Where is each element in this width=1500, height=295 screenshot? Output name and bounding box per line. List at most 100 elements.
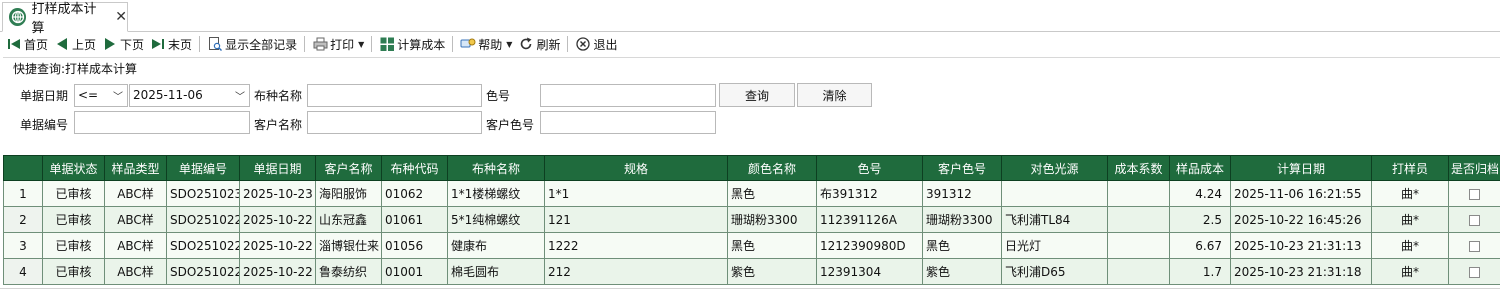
cell-fabric-code: 01062 bbox=[381, 180, 448, 207]
toolbar-separator bbox=[371, 36, 373, 52]
cell-doc-date: 2025-10-22 bbox=[239, 258, 316, 285]
archived-checkbox[interactable] bbox=[1469, 240, 1480, 252]
cell-archived bbox=[1448, 180, 1500, 207]
cell-customer: 淄博银仕来 bbox=[315, 232, 382, 259]
column-header-color-name[interactable]: 颜色名称 bbox=[727, 155, 817, 181]
column-header-calc-date[interactable]: 计算日期 bbox=[1230, 155, 1372, 181]
date-operator-select[interactable]: <= ﹀ bbox=[74, 84, 128, 107]
column-header-color-no[interactable]: 色号 bbox=[816, 155, 923, 181]
cell-customer-color: 391312 bbox=[922, 180, 1002, 207]
cell-light-source: 日光灯 bbox=[1001, 232, 1108, 259]
column-header-customer-color[interactable]: 客户色号 bbox=[922, 155, 1002, 181]
chevron-down-icon: ﹀ bbox=[235, 92, 245, 103]
column-header-archived[interactable]: 是否归档 bbox=[1448, 155, 1500, 181]
cell-light-source: 飞利浦D65 bbox=[1001, 258, 1108, 285]
column-header-cost-factor[interactable]: 成本系数 bbox=[1107, 155, 1170, 181]
cell-light-source bbox=[1001, 180, 1108, 207]
column-header-sample-cost[interactable]: 样品成本 bbox=[1169, 155, 1231, 181]
cell-color-name: 紫色 bbox=[727, 258, 817, 285]
exit-icon bbox=[575, 36, 591, 52]
prev-page-label: 上页 bbox=[72, 37, 97, 52]
column-header-doc-no[interactable]: 单据编号 bbox=[166, 155, 240, 181]
next-page-button[interactable]: 下页 bbox=[99, 34, 147, 54]
first-page-icon bbox=[6, 36, 22, 52]
row-number: 4 bbox=[3, 258, 43, 285]
table-row[interactable]: 4 已审核 ABC样 SDO251022 2025-10-22 鲁泰纺织 010… bbox=[3, 258, 1500, 285]
first-page-button[interactable]: 首页 bbox=[3, 34, 51, 54]
cell-doc-date: 2025-10-23 bbox=[239, 180, 316, 207]
cell-color-name: 珊瑚粉3300 bbox=[727, 206, 817, 233]
doc-no-input[interactable] bbox=[74, 111, 250, 134]
cell-doc-date: 2025-10-22 bbox=[239, 206, 316, 233]
customer-color-input[interactable] bbox=[540, 111, 716, 134]
cell-archived bbox=[1448, 206, 1500, 233]
cell-cost-factor bbox=[1107, 232, 1170, 259]
print-button[interactable]: 打印 ▼ bbox=[309, 34, 367, 54]
calc-cost-button[interactable]: 计算成本 bbox=[376, 34, 448, 54]
refresh-button[interactable]: 刷新 bbox=[515, 34, 563, 54]
cell-archived bbox=[1448, 232, 1500, 259]
cell-sample-type: ABC样 bbox=[104, 232, 167, 259]
help-button[interactable]: 帮助 ▼ bbox=[457, 34, 515, 54]
column-header-rownum[interactable] bbox=[3, 155, 43, 181]
column-header-light-source[interactable]: 对色光源 bbox=[1001, 155, 1108, 181]
grid-header-row: 单据状态 样品类型 单据编号 单据日期 客户名称 布种代码 布种名称 规格 颜色… bbox=[3, 155, 1500, 181]
refresh-label: 刷新 bbox=[536, 37, 561, 52]
tab-sample-cost[interactable]: 打样成本计算 ✕ bbox=[2, 2, 128, 36]
toolbar-separator bbox=[567, 36, 569, 52]
cell-fabric-name: 1*1楼梯螺纹 bbox=[447, 180, 545, 207]
close-icon[interactable]: ✕ bbox=[115, 10, 127, 24]
fabric-name-input[interactable] bbox=[307, 84, 482, 107]
column-header-spec[interactable]: 规格 bbox=[544, 155, 728, 181]
column-header-customer[interactable]: 客户名称 bbox=[315, 155, 382, 181]
data-grid: 单据状态 样品类型 单据编号 单据日期 客户名称 布种代码 布种名称 规格 颜色… bbox=[3, 155, 1500, 285]
chevron-down-icon: ﹀ bbox=[113, 92, 123, 103]
cell-cost-factor bbox=[1107, 258, 1170, 285]
table-row[interactable]: 1 已审核 ABC样 SDO251023 2025-10-23 海阳服饰 010… bbox=[3, 180, 1500, 207]
prev-page-button[interactable]: 上页 bbox=[51, 34, 99, 54]
toolbar-separator bbox=[199, 36, 201, 52]
cell-fabric-name: 棉毛圆布 bbox=[447, 258, 545, 285]
cell-customer: 山东冠鑫 bbox=[315, 206, 382, 233]
date-value: 2025-11-06 bbox=[133, 88, 203, 102]
date-picker[interactable]: 2025-11-06 ﹀ bbox=[129, 84, 250, 107]
customer-name-input[interactable] bbox=[307, 111, 482, 134]
table-row[interactable]: 2 已审核 ABC样 SDO251022 2025-10-22 山东冠鑫 010… bbox=[3, 206, 1500, 233]
cell-color-no: 1212390980D bbox=[816, 232, 923, 259]
exit-button[interactable]: 退出 bbox=[572, 34, 620, 54]
printer-icon bbox=[312, 36, 328, 52]
chevron-down-icon: ▼ bbox=[358, 39, 365, 49]
show-all-button[interactable]: 显示全部记录 bbox=[204, 34, 300, 54]
cell-fabric-name: 健康布 bbox=[447, 232, 545, 259]
cell-spec: 1*1 bbox=[544, 180, 728, 207]
column-header-fabric-name[interactable]: 布种名称 bbox=[447, 155, 545, 181]
last-page-button[interactable]: 末页 bbox=[147, 34, 195, 54]
archived-checkbox[interactable] bbox=[1469, 188, 1480, 200]
toolbar-separator bbox=[452, 36, 454, 52]
table-row[interactable]: 3 已审核 ABC样 SDO251022 2025-10-22 淄博银仕来 01… bbox=[3, 232, 1500, 259]
cell-customer: 鲁泰纺织 bbox=[315, 258, 382, 285]
archived-checkbox[interactable] bbox=[1469, 266, 1480, 278]
prev-page-icon bbox=[54, 36, 70, 52]
column-header-doc-date[interactable]: 单据日期 bbox=[239, 155, 316, 181]
grid-icon bbox=[379, 36, 395, 52]
help-label: 帮助 bbox=[478, 37, 503, 52]
doc-no-label: 单据编号 bbox=[20, 118, 69, 132]
help-icon bbox=[460, 36, 476, 52]
column-header-sampler[interactable]: 打样员 bbox=[1371, 155, 1449, 181]
cell-sample-cost: 6.67 bbox=[1169, 232, 1231, 259]
cell-calc-date: 2025-11-06 16:21:55 bbox=[1230, 180, 1372, 207]
cell-spec: 1222 bbox=[544, 232, 728, 259]
archived-checkbox[interactable] bbox=[1469, 214, 1480, 226]
column-header-fabric-code[interactable]: 布种代码 bbox=[381, 155, 448, 181]
row-number: 2 bbox=[3, 206, 43, 233]
clear-button[interactable]: 清除 bbox=[797, 83, 872, 107]
cell-cost-factor bbox=[1107, 206, 1170, 233]
column-header-sample-type[interactable]: 样品类型 bbox=[104, 155, 167, 181]
column-header-status[interactable]: 单据状态 bbox=[42, 155, 105, 181]
cell-calc-date: 2025-10-23 21:31:13 bbox=[1230, 232, 1372, 259]
cell-sampler: 曲* bbox=[1371, 232, 1449, 259]
color-no-label: 色号 bbox=[486, 89, 511, 103]
color-no-input[interactable] bbox=[540, 84, 716, 107]
query-button[interactable]: 查询 bbox=[719, 83, 795, 107]
